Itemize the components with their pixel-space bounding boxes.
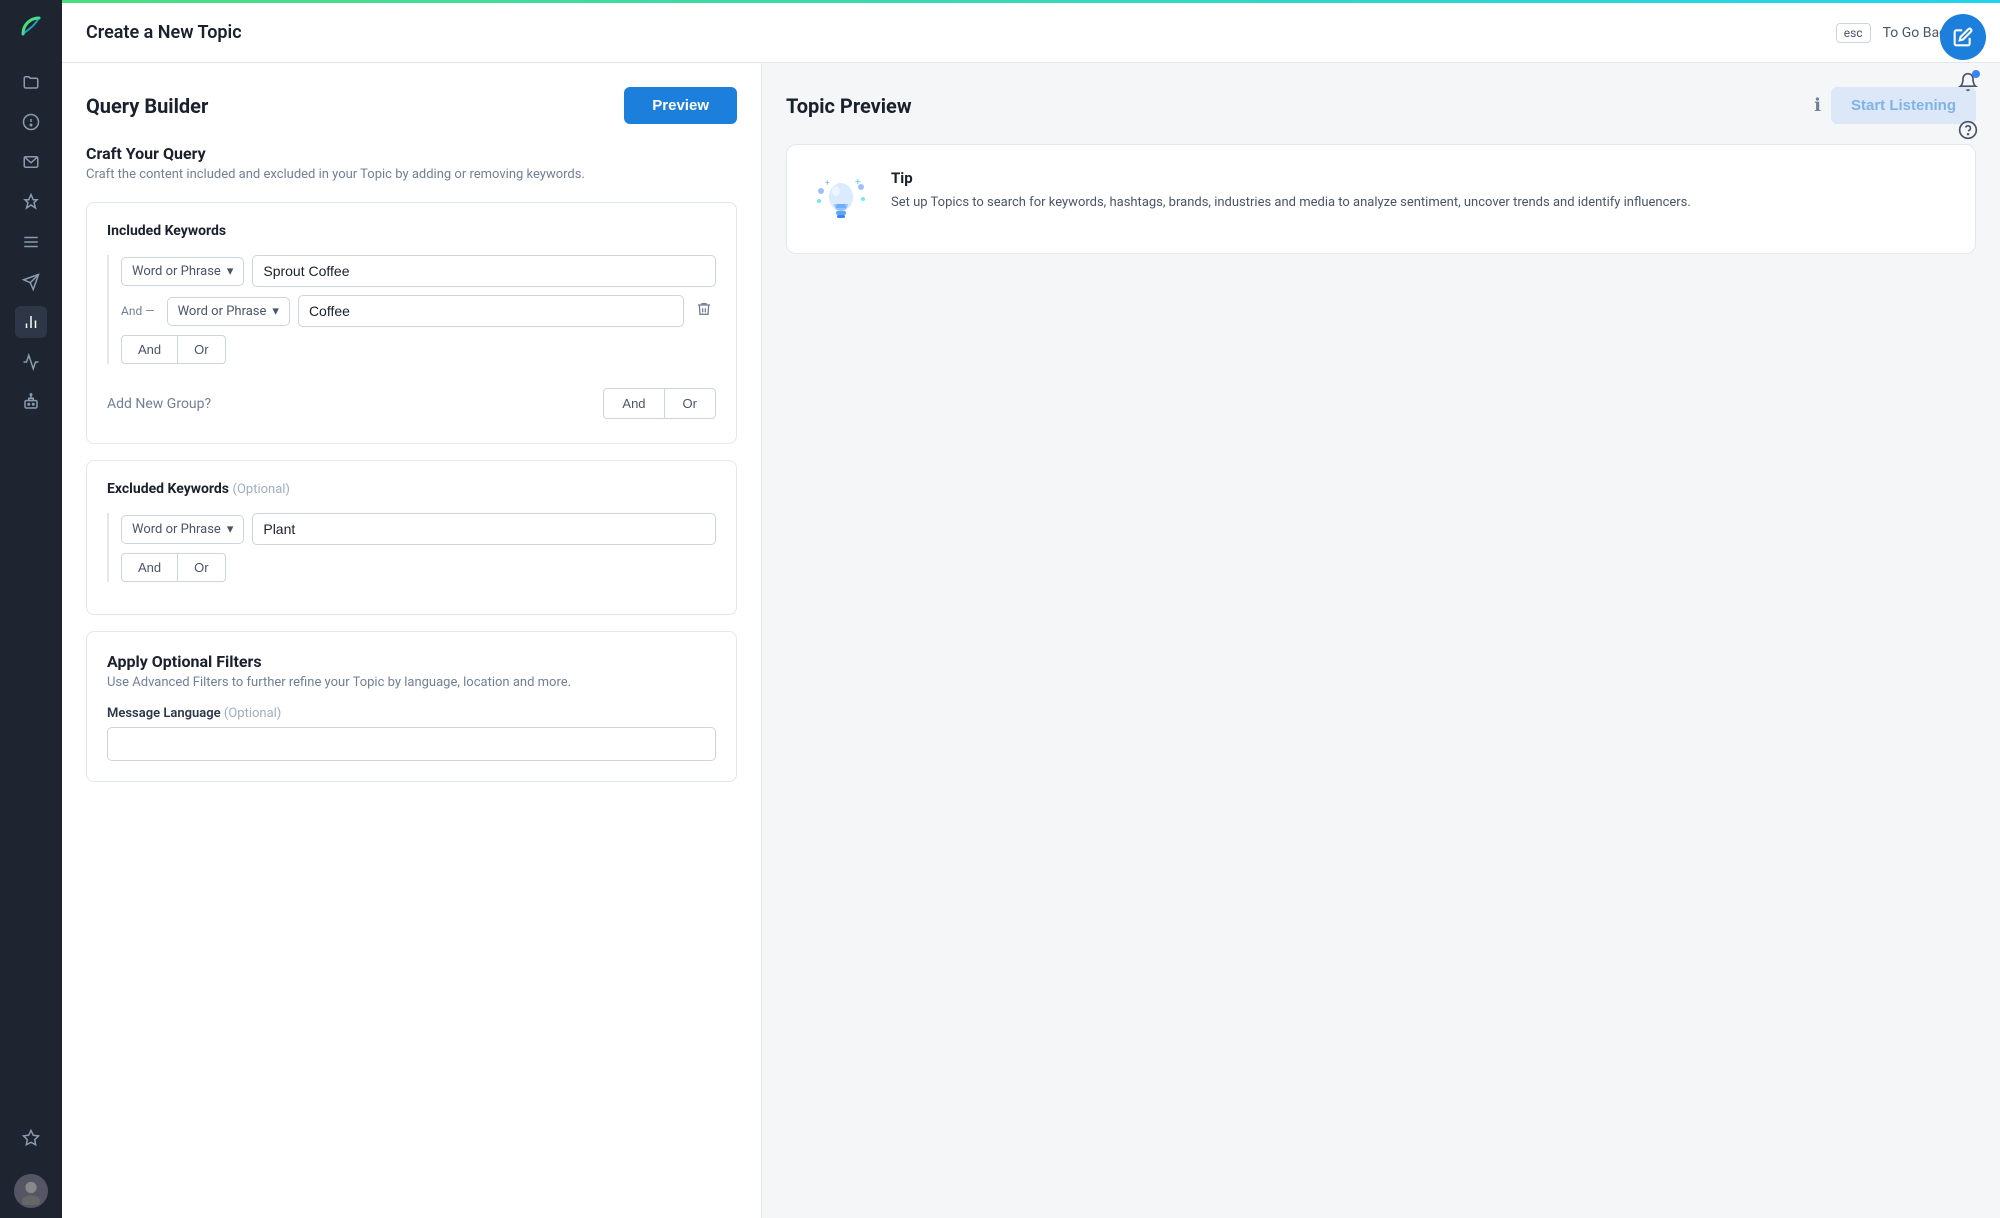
chevron-down-icon-3: ▾: [227, 522, 234, 537]
excluded-keyword-input[interactable]: [252, 513, 716, 545]
sidebar: [0, 0, 62, 1218]
excluded-keyword-group: Word or Phrase ▾ And Or: [107, 513, 716, 582]
svg-text:+: +: [855, 177, 861, 188]
info-icon[interactable]: ℹ: [1814, 95, 1821, 116]
excluded-keyword-type-select[interactable]: Word or Phrase ▾: [121, 515, 244, 544]
svg-text:+: +: [825, 178, 830, 187]
excluded-keyword-row-1: Word or Phrase ▾: [121, 513, 716, 545]
craft-section: Craft Your Query Craft the content inclu…: [86, 144, 737, 182]
topic-preview-header: Topic Preview ℹ Start Listening: [786, 87, 1976, 124]
topic-preview-title: Topic Preview: [786, 94, 912, 118]
notif-area: [1954, 68, 1982, 144]
chevron-down-icon-2: ▾: [272, 304, 279, 319]
included-keyword-group: Word or Phrase ▾ And — Word or Phrase ▾: [107, 255, 716, 364]
query-builder-title: Query Builder: [86, 94, 208, 118]
main-area: Create a New Topic esc To Go Back × Quer…: [62, 0, 2000, 1218]
query-builder-header: Query Builder Preview: [86, 87, 737, 124]
sidebar-logo[interactable]: [15, 10, 47, 46]
topic-preview-panel: Topic Preview ℹ Start Listening: [762, 63, 2000, 1218]
tip-desc: Set up Topics to search for keywords, ha…: [891, 193, 1691, 213]
and-label: And —: [121, 304, 155, 318]
excluded-and-btn[interactable]: And: [121, 553, 178, 582]
optional-filters-section: Apply Optional Filters Use Advanced Filt…: [86, 631, 737, 782]
sidebar-item-inbox[interactable]: [15, 146, 47, 178]
message-language-row: Message Language (Optional): [107, 706, 716, 761]
sidebar-item-pin[interactable]: [15, 186, 47, 218]
tip-title: Tip: [891, 169, 1691, 187]
and-button-1[interactable]: And: [121, 335, 178, 364]
message-language-label: Message Language (Optional): [107, 706, 716, 721]
add-group-text: Add New Group?: [107, 396, 211, 412]
or-button-1[interactable]: Or: [178, 335, 225, 364]
add-group-row: Add New Group? And Or: [107, 376, 716, 423]
craft-title: Craft Your Query: [86, 144, 737, 163]
add-group-and-btn[interactable]: And: [603, 388, 664, 419]
chevron-down-icon: ▾: [227, 264, 234, 279]
sidebar-item-chart[interactable]: [15, 346, 47, 378]
add-group-and-or: And Or: [603, 388, 716, 419]
message-language-input[interactable]: [107, 727, 716, 761]
language-optional: (Optional): [224, 706, 281, 721]
sidebar-item-list[interactable]: [15, 226, 47, 258]
top-right-edit-button[interactable]: [1940, 14, 1986, 60]
notification-dot: [1972, 70, 1980, 78]
included-keywords-title: Included Keywords: [107, 223, 716, 239]
tip-text-area: Tip Set up Topics to search for keywords…: [891, 169, 1691, 213]
keyword-input-1[interactable]: [252, 255, 716, 287]
content-area: Query Builder Preview Craft Your Query C…: [62, 63, 2000, 1218]
excluded-or-btn[interactable]: Or: [178, 553, 225, 582]
preview-button[interactable]: Preview: [624, 87, 737, 124]
tip-icon-area: + +: [811, 169, 871, 229]
included-keyword-row-1: Word or Phrase ▾: [121, 255, 716, 287]
tip-card: + + Tip S: [786, 144, 1976, 254]
filters-desc: Use Advanced Filters to further refine y…: [107, 675, 716, 690]
query-builder-panel: Query Builder Preview Craft Your Query C…: [62, 63, 762, 1218]
page-title: Create a New Topic: [86, 22, 242, 43]
help-icon[interactable]: [1954, 116, 1982, 144]
page-header: Create a New Topic esc To Go Back ×: [62, 3, 2000, 63]
add-group-or-btn[interactable]: Or: [665, 388, 716, 419]
and-or-buttons: And Or: [121, 335, 716, 364]
sidebar-item-folder[interactable]: [15, 66, 47, 98]
excluded-keywords-title: Excluded Keywords (Optional): [107, 481, 716, 497]
keyword-type-select-2[interactable]: Word or Phrase ▾: [167, 297, 290, 326]
included-keyword-row-2: And — Word or Phrase ▾: [121, 295, 716, 327]
keyword-input-2[interactable]: [298, 295, 684, 327]
user-avatar[interactable]: [14, 1174, 48, 1208]
filters-title: Apply Optional Filters: [107, 652, 716, 671]
sidebar-item-alert[interactable]: [15, 106, 47, 138]
sidebar-item-send[interactable]: [15, 266, 47, 298]
keyword-type-select-1[interactable]: Word or Phrase ▾: [121, 257, 244, 286]
excluded-keywords-card: Excluded Keywords (Optional) Word or Phr…: [86, 460, 737, 615]
sidebar-item-robot[interactable]: [15, 386, 47, 418]
topic-preview-actions: ℹ Start Listening: [1814, 87, 1976, 124]
sidebar-item-analytics[interactable]: [15, 306, 47, 338]
delete-keyword-button[interactable]: [692, 297, 716, 326]
excluded-and-or-buttons: And Or: [121, 553, 716, 582]
sidebar-item-star[interactable]: [15, 1122, 47, 1154]
included-keywords-card: Included Keywords Word or Phrase ▾ An: [86, 202, 737, 444]
esc-badge: esc: [1836, 23, 1871, 43]
notification-icon[interactable]: [1954, 68, 1982, 96]
excluded-optional-label: (Optional): [233, 482, 290, 497]
craft-desc: Craft the content included and excluded …: [86, 167, 737, 182]
